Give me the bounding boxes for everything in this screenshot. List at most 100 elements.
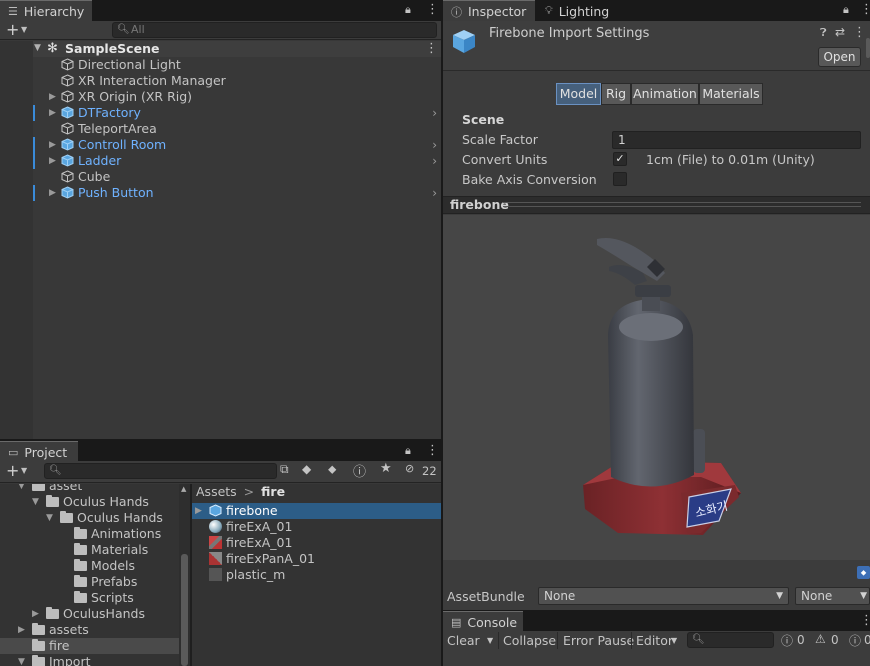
project-tree-item[interactable]: ▼ Oculus Hands: [0, 494, 179, 510]
breadcrumb-root[interactable]: Assets: [196, 484, 237, 499]
hierarchy-item[interactable]: Directional Light: [33, 57, 441, 73]
assetbundle-dropdown[interactable]: None ▼: [538, 587, 789, 605]
assetbundle-variant-dropdown[interactable]: None ▼: [795, 587, 870, 605]
hierarchy-item[interactable]: ▶ Ladder ›: [33, 153, 441, 169]
asset-label-icon[interactable]: ⬥: [857, 566, 870, 579]
hierarchy-item[interactable]: ▶ Push Button ›: [33, 185, 441, 201]
clear-options-icon[interactable]: ▼: [487, 636, 493, 645]
more-menu-icon[interactable]: ⋮: [860, 2, 870, 17]
bake-axis-checkbox[interactable]: [613, 172, 627, 186]
lock-icon[interactable]: 🔒︎: [405, 3, 411, 17]
project-tree-item[interactable]: Scripts: [0, 590, 179, 606]
horizontal-splitter[interactable]: [0, 439, 441, 441]
chevron-right-icon[interactable]: ›: [432, 153, 437, 169]
more-menu-icon[interactable]: ⋮: [860, 613, 870, 628]
tree-scrollbar-thumb[interactable]: [181, 554, 188, 666]
collapsed-arrow-icon[interactable]: ▶: [32, 606, 39, 622]
editor-dropdown-arrow-icon[interactable]: ▼: [671, 636, 677, 645]
scroll-up-icon[interactable]: ▲: [181, 485, 186, 493]
more-menu-icon[interactable]: ⋮: [426, 2, 439, 17]
editor-dropdown[interactable]: Editor: [636, 633, 673, 648]
tab-project[interactable]: ▭ Project: [0, 441, 78, 463]
convert-units-checkbox[interactable]: ✓: [613, 152, 627, 166]
expand-arrow-icon[interactable]: ▼: [18, 654, 25, 666]
add-icon[interactable]: +: [6, 461, 19, 480]
inspector-scrollbar[interactable]: [866, 38, 870, 58]
breadcrumb-current[interactable]: fire: [261, 484, 285, 499]
more-menu-icon[interactable]: ⋮: [426, 443, 439, 458]
chevron-down-icon[interactable]: ▼: [21, 466, 27, 475]
lock-icon[interactable]: 🔒︎: [843, 3, 849, 17]
project-tree-item[interactable]: ▶ OculusHands: [0, 606, 179, 622]
chevron-right-icon[interactable]: ›: [432, 137, 437, 153]
tab-console[interactable]: ▤ Console: [443, 611, 523, 633]
hierarchy-item[interactable]: ▶ XR Origin (XR Rig): [33, 89, 441, 105]
hierarchy-search-input[interactable]: 🔍︎ All: [112, 22, 437, 38]
preview-header[interactable]: firebone: [443, 196, 870, 214]
clear-button[interactable]: Clear: [447, 633, 480, 648]
project-file-item[interactable]: fireExPanA_01: [192, 551, 441, 567]
expand-arrow-icon[interactable]: ▼: [18, 484, 25, 494]
favorite-star-icon[interactable]: ★: [380, 461, 392, 476]
chevron-right-icon[interactable]: ›: [432, 185, 437, 201]
project-search-input[interactable]: 🔍︎: [44, 463, 277, 479]
add-icon[interactable]: +: [6, 20, 19, 39]
scale-factor-field[interactable]: 1: [612, 131, 861, 149]
project-tree-item[interactable]: Models: [0, 558, 179, 574]
tab-rig[interactable]: Rig: [601, 83, 631, 105]
tab-lighting[interactable]: 💡︎ Lighting: [537, 0, 625, 22]
hidden-packages-icon[interactable]: ⊘: [405, 462, 414, 475]
console-search-input[interactable]: 🔍︎: [687, 632, 774, 648]
lock-icon[interactable]: 🔒︎: [405, 444, 411, 458]
component-menu-icon[interactable]: ⋮: [853, 25, 866, 40]
hierarchy-item[interactable]: XR Interaction Manager: [33, 73, 441, 89]
tree-scrollbar[interactable]: ▲: [179, 484, 190, 666]
model-preview[interactable]: 소화기 ⬥: [443, 215, 870, 579]
collapse-button[interactable]: Collapse: [503, 633, 556, 648]
search-by-type-icon[interactable]: ⧉: [280, 462, 289, 477]
expand-arrow-icon[interactable]: ▶: [49, 185, 56, 201]
expand-arrow-icon[interactable]: ▼: [34, 43, 41, 53]
log-types-icon[interactable]: ⓘ: [353, 461, 366, 480]
tab-materials[interactable]: Materials: [699, 83, 763, 105]
error-count-icon[interactable]: ⓘ: [781, 632, 793, 649]
tab-model[interactable]: Model: [556, 83, 601, 105]
chevron-down-icon[interactable]: ▼: [21, 25, 27, 34]
error-pause-button[interactable]: Error Pause: [563, 633, 634, 648]
project-tree-item[interactable]: fire: [0, 638, 179, 654]
project-file-item[interactable]: fireExA_01: [192, 535, 441, 551]
filter-by-type-icon[interactable]: ◆: [302, 462, 311, 476]
warning-count-icon[interactable]: ⚠: [815, 632, 826, 646]
project-file-item[interactable]: ▶ firebone: [192, 503, 441, 519]
hierarchy-item[interactable]: TeleportArea: [33, 121, 441, 137]
chevron-right-icon[interactable]: ›: [432, 105, 437, 121]
open-button[interactable]: Open: [818, 47, 861, 67]
project-tree-item[interactable]: Animations: [0, 526, 179, 542]
help-icon[interactable]: ❓︎: [820, 26, 827, 40]
project-tree-item[interactable]: ▶ assets: [0, 622, 179, 638]
presets-icon[interactable]: ⇄: [835, 25, 845, 39]
expand-arrow-icon[interactable]: ▶: [49, 89, 56, 105]
expand-arrow-icon[interactable]: ▶: [49, 137, 56, 153]
tab-hierarchy[interactable]: ☰ Hierarchy: [0, 0, 92, 22]
project-tree-item[interactable]: ▼ Oculus Hands: [0, 510, 179, 526]
project-tree-item[interactable]: Materials: [0, 542, 179, 558]
vertical-splitter[interactable]: [441, 0, 443, 666]
collapsed-arrow-icon[interactable]: ▶: [18, 622, 25, 638]
project-tree-item[interactable]: Prefabs: [0, 574, 179, 590]
project-file-item[interactable]: fireExA_01: [192, 519, 441, 535]
log-count-icon[interactable]: ⓘ: [849, 632, 861, 649]
filter-by-label-icon[interactable]: ⬥: [328, 462, 336, 477]
expand-arrow-icon[interactable]: ▶: [49, 153, 56, 169]
hierarchy-item[interactable]: ▶ Controll Room ›: [33, 137, 441, 153]
expand-arrow-icon[interactable]: ▼: [32, 494, 39, 510]
hierarchy-item[interactable]: Cube: [33, 169, 441, 185]
hierarchy-item[interactable]: ▶ DTFactory ›: [33, 105, 441, 121]
tab-animation[interactable]: Animation: [631, 83, 699, 105]
expand-arrow-icon[interactable]: ▶: [49, 105, 56, 121]
expand-arrow-icon[interactable]: ▼: [46, 510, 53, 526]
tab-inspector[interactable]: ⓘ Inspector: [443, 0, 535, 22]
project-tree-item[interactable]: ▼ Import: [0, 654, 179, 666]
scene-menu-icon[interactable]: ⋮: [425, 41, 438, 56]
project-file-item[interactable]: plastic_m: [192, 567, 441, 583]
